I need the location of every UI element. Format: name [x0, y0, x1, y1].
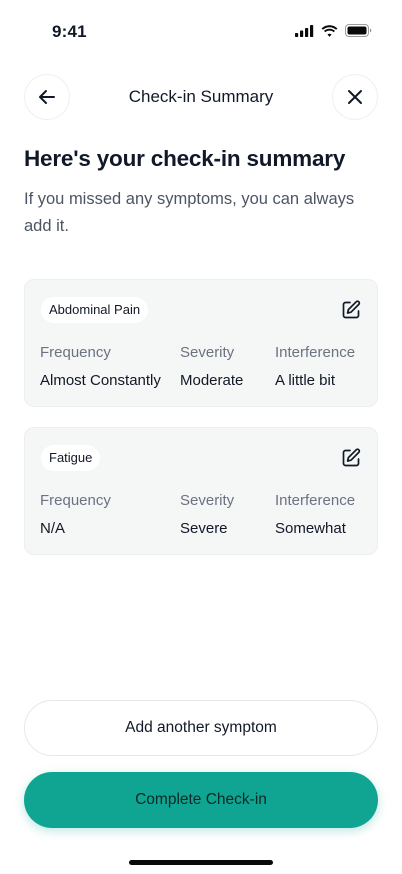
status-icons — [295, 24, 372, 37]
interference-value: Somewhat — [275, 520, 346, 537]
complete-checkin-button[interactable]: Complete Check-in — [24, 772, 378, 828]
symptom-card: Abdominal Pain Frequency Almost Constant… — [24, 279, 378, 407]
top-nav: Check-in Summary — [0, 74, 402, 122]
status-bar: 9:41 — [0, 0, 402, 64]
severity-column: Severity Severe — [180, 492, 234, 538]
frequency-column: Frequency Almost Constantly — [40, 344, 161, 390]
interference-label: Interference — [275, 344, 356, 361]
edit-icon — [342, 300, 361, 319]
frequency-value: Almost Constantly — [40, 372, 161, 389]
status-time: 9:41 — [52, 22, 87, 41]
add-symptom-button[interactable]: Add another symptom — [24, 700, 378, 756]
cellular-signal-icon — [295, 24, 314, 37]
edit-symptom-button[interactable] — [339, 446, 363, 470]
interference-label: Interference — [275, 492, 356, 509]
severity-value: Moderate — [180, 372, 244, 389]
interference-value: A little bit — [275, 372, 336, 389]
frequency-label: Frequency — [40, 344, 111, 361]
severity-column: Severity Moderate — [180, 344, 243, 390]
wifi-icon — [321, 24, 338, 37]
close-button[interactable] — [332, 74, 378, 120]
summary-heading: Here's your check-in summary — [24, 146, 346, 171]
frequency-column: Frequency N/A — [40, 492, 111, 538]
interference-column: Interference Somewhat — [275, 492, 355, 538]
severity-label: Severity — [180, 344, 235, 361]
severity-label: Severity — [180, 492, 235, 509]
home-indicator — [129, 860, 273, 865]
interference-column: Interference A little bit — [275, 344, 355, 390]
frequency-label: Frequency — [40, 492, 111, 509]
battery-icon — [345, 24, 372, 37]
symptom-name-chip: Fatigue — [41, 445, 101, 471]
symptom-name-chip: Abdominal Pain — [41, 297, 149, 323]
severity-value: Severe — [180, 520, 228, 537]
frequency-value: N/A — [40, 520, 66, 537]
edit-icon — [342, 448, 361, 467]
edit-symptom-button[interactable] — [339, 298, 363, 322]
close-icon — [348, 90, 362, 104]
summary-subtext: If you missed any symptoms, you can alwa… — [24, 190, 355, 235]
symptom-card: Fatigue Frequency N/A Severity Severe In… — [24, 427, 378, 555]
